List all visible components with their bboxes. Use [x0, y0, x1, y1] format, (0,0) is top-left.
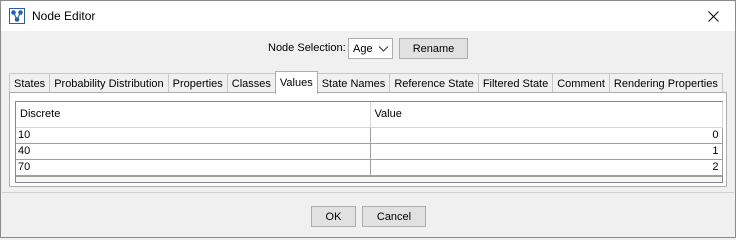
tab-values[interactable]: Values — [274, 71, 318, 94]
tab-label: Properties — [172, 77, 223, 90]
tab-properties[interactable]: Properties — [167, 73, 228, 93]
close-button[interactable] — [691, 1, 735, 31]
value-cell[interactable]: 0 — [370, 127, 723, 144]
tab-comment[interactable]: Comment — [552, 73, 610, 93]
tab-label: States — [14, 77, 46, 90]
tab-label: Reference State — [394, 77, 474, 90]
cancel-button-label: Cancel — [376, 210, 412, 223]
ok-button-label: OK — [325, 210, 342, 223]
rename-button[interactable]: Rename — [399, 38, 468, 59]
tab-state-names[interactable]: State Names — [316, 73, 391, 93]
discrete-cell[interactable]: 10 — [16, 127, 371, 144]
value-cell[interactable]: 2 — [370, 159, 723, 176]
discrete-cell[interactable]: 40 — [16, 143, 371, 160]
ok-button[interactable]: OK — [311, 206, 356, 227]
node-editor-window: Node Editor Node Selection: Age Rename S… — [0, 0, 736, 238]
tab-label: Values — [279, 77, 313, 89]
tab-reference-state[interactable]: Reference State — [389, 73, 479, 93]
window-title: Node Editor — [32, 9, 96, 23]
values-tab-panel: Discrete Value 10 0 40 1 70 2 — [9, 92, 727, 187]
tab-label: Comment — [557, 77, 605, 90]
close-icon — [707, 10, 719, 22]
tab-bar: States Probability Distribution Properti… — [9, 71, 724, 94]
tab-classes[interactable]: Classes — [226, 73, 276, 93]
table-header-row: Discrete Value — [16, 102, 723, 128]
tab-label: State Names — [321, 77, 386, 90]
tab-label: Probability Distribution — [54, 77, 164, 90]
tab-filtered-state[interactable]: Filtered State — [477, 73, 554, 93]
rename-button-label: Rename — [412, 42, 455, 55]
tab-label: Filtered State — [482, 77, 549, 90]
table-bottom-strip — [16, 176, 722, 182]
column-header-discrete[interactable]: Discrete — [16, 102, 371, 128]
tab-rendering-properties[interactable]: Rendering Properties — [608, 73, 723, 93]
tab-label: Rendering Properties — [613, 77, 718, 90]
table-row[interactable]: 10 0 — [16, 127, 723, 144]
node-selection-value: Age — [353, 42, 373, 55]
node-selection-label: Node Selection: — [268, 42, 346, 54]
column-header-value[interactable]: Value — [370, 102, 723, 128]
tab-label: Classes — [231, 77, 271, 90]
table-row[interactable]: 40 1 — [16, 143, 723, 160]
table-row[interactable]: 70 2 — [16, 159, 723, 176]
node-selection-dropdown[interactable]: Age — [348, 38, 393, 59]
node-selection-row: Node Selection: Age Rename — [1, 37, 735, 61]
app-icon — [9, 8, 25, 24]
tab-probability-distribution[interactable]: Probability Distribution — [49, 73, 169, 93]
tab-states[interactable]: States — [9, 73, 51, 93]
values-table[interactable]: Discrete Value 10 0 40 1 70 2 — [15, 101, 723, 183]
title-bar: Node Editor — [1, 1, 735, 31]
footer-divider — [2, 192, 734, 193]
cancel-button[interactable]: Cancel — [362, 206, 426, 227]
value-cell[interactable]: 1 — [370, 143, 723, 160]
discrete-cell[interactable]: 70 — [16, 159, 371, 176]
chevron-down-icon — [378, 46, 389, 52]
